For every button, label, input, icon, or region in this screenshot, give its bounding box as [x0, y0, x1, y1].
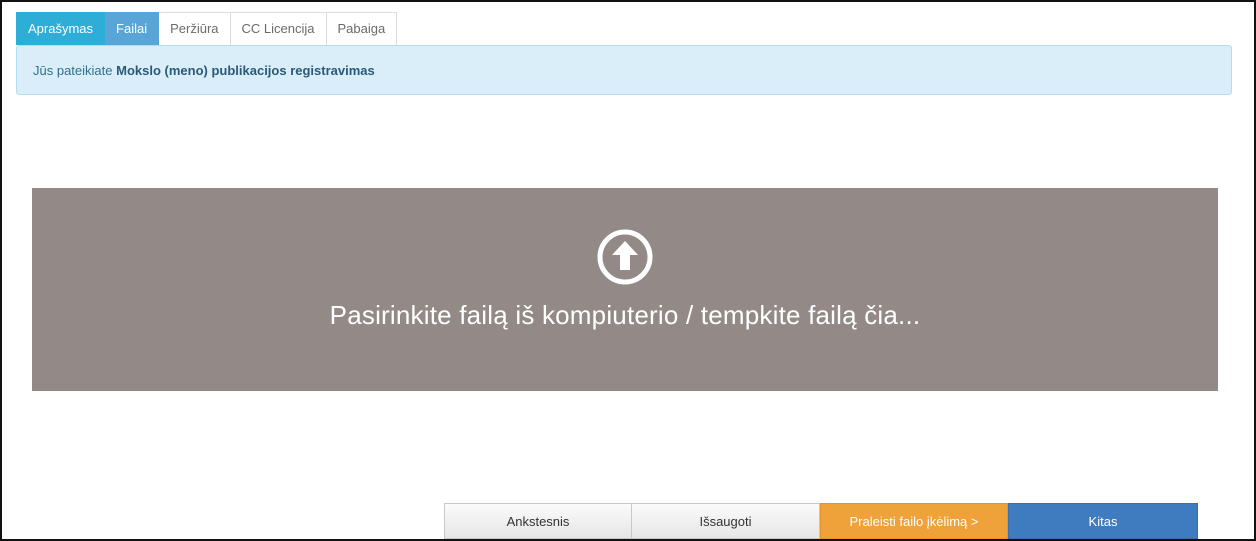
- save-button[interactable]: Išsaugoti: [632, 503, 820, 539]
- page-frame: Aprašymas Failai Peržiūra CC Licencija P…: [0, 0, 1256, 541]
- tab-cc-licencija[interactable]: CC Licencija: [230, 12, 327, 45]
- tab-perziura[interactable]: Peržiūra: [159, 12, 231, 45]
- previous-button[interactable]: Ankstesnis: [444, 503, 632, 539]
- submission-info-bar: Jūs pateikiate Mokslo (meno) publikacijo…: [16, 45, 1232, 95]
- tab-failai[interactable]: Failai: [105, 12, 160, 45]
- info-prefix: Jūs pateikiate: [33, 63, 113, 78]
- wizard-tabs: Aprašymas Failai Peržiūra CC Licencija P…: [16, 12, 398, 46]
- dropzone-text: Pasirinkite failą iš kompiuterio / tempk…: [329, 300, 921, 330]
- next-button[interactable]: Kitas: [1008, 503, 1198, 539]
- submission-type: Mokslo (meno) publikacijos registravimas: [116, 63, 375, 78]
- skip-upload-button[interactable]: Praleisti failo įkėlimą >: [820, 503, 1008, 539]
- file-dropzone[interactable]: Pasirinkite failą iš kompiuterio / tempk…: [32, 188, 1218, 391]
- tab-aprasymas[interactable]: Aprašymas: [16, 12, 106, 45]
- tab-pabaiga[interactable]: Pabaiga: [326, 12, 398, 45]
- arrow-up-circle-icon: [597, 229, 653, 285]
- navigation-buttons: Ankstesnis Išsaugoti Praleisti failo įkė…: [444, 503, 1198, 539]
